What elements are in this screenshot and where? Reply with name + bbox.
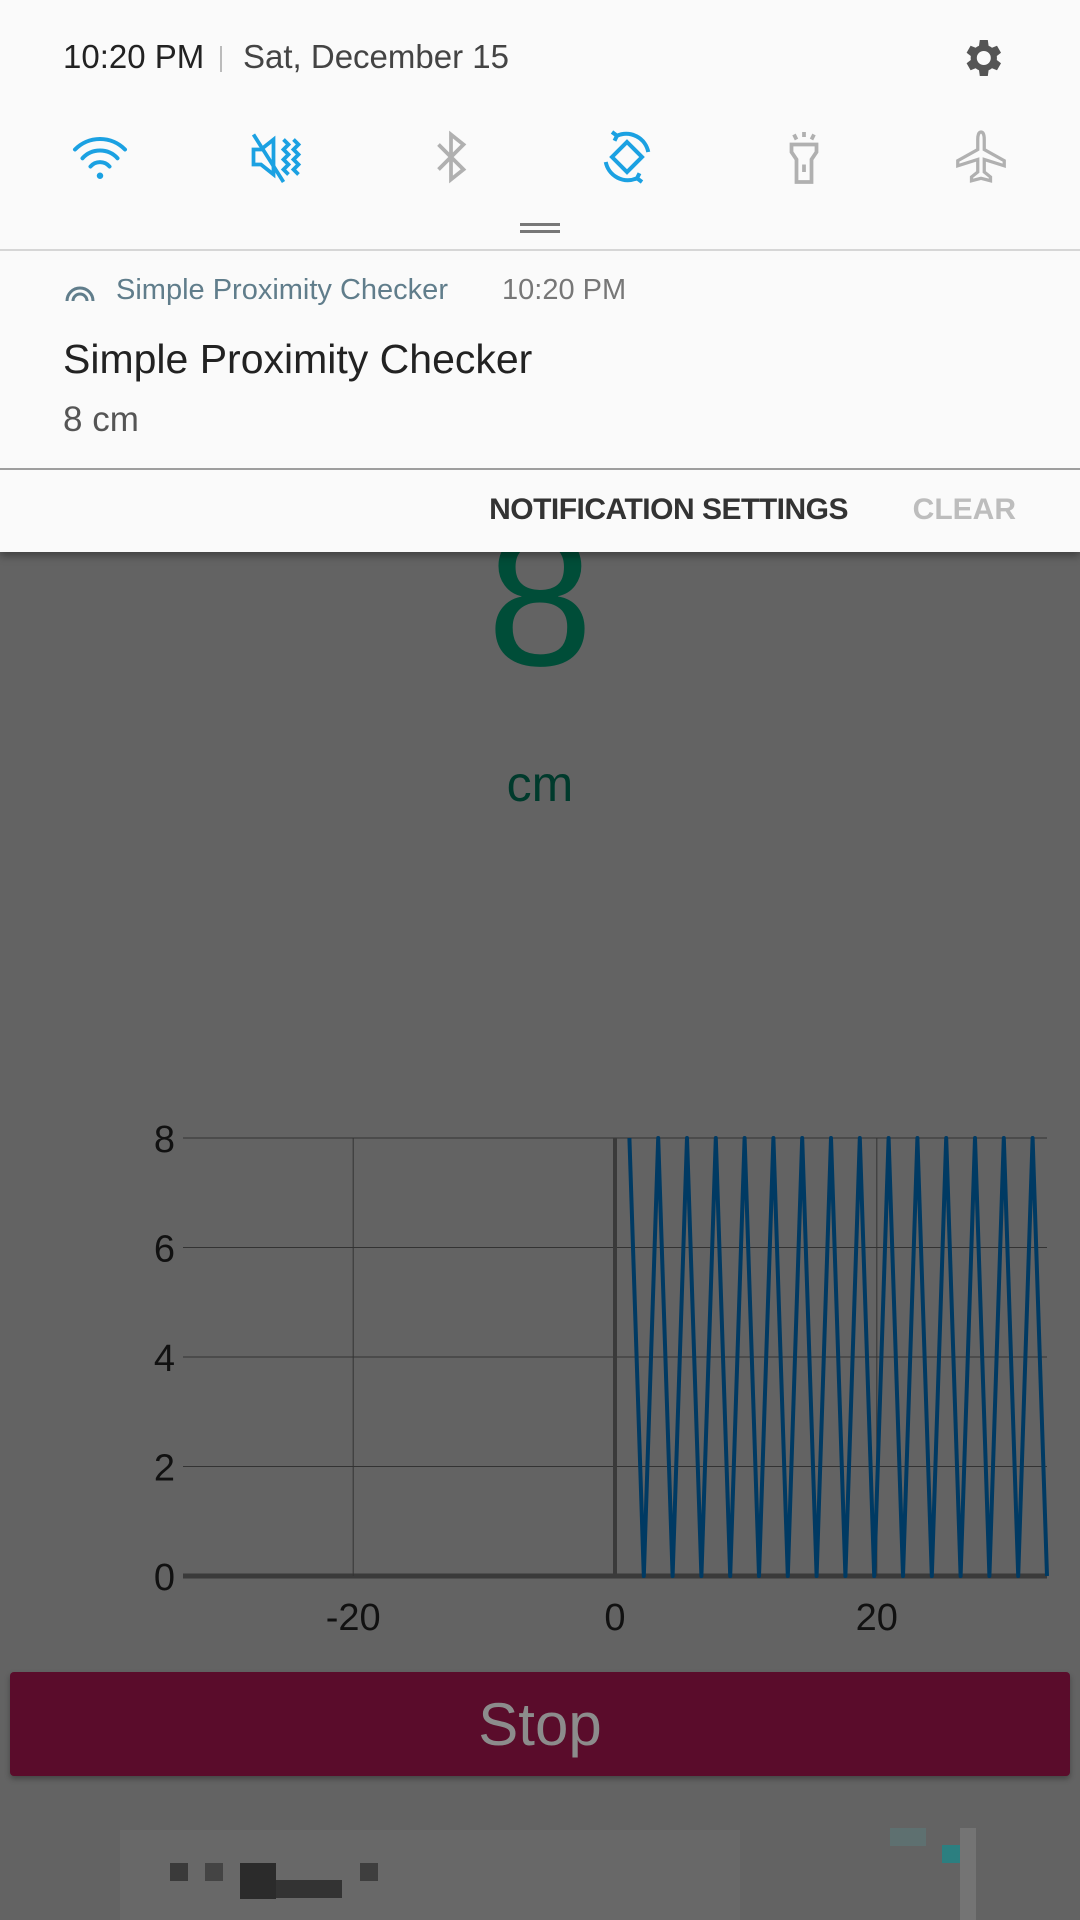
status-date[interactable]: Sat, December 15	[243, 38, 509, 76]
notification-body: 8 cm	[63, 400, 139, 439]
y-tick-label: 6	[154, 1229, 175, 1271]
y-tick-label: 4	[154, 1338, 175, 1380]
gear-icon[interactable]	[958, 34, 1006, 82]
proximity-chart: 0 2 4 6 8 -20 0 20	[154, 1119, 1049, 1639]
airplane-mode-icon[interactable]	[951, 127, 1011, 187]
wifi-icon[interactable]	[70, 127, 130, 187]
reading-unit: cm	[506, 756, 574, 812]
x-tick-label: -20	[326, 1597, 381, 1639]
x-tick-label: 0	[604, 1597, 625, 1639]
proximity-app-icon	[65, 286, 95, 302]
ad-banner[interactable]	[0, 1800, 1080, 1920]
divider	[220, 46, 222, 72]
y-tick-label: 2	[154, 1448, 175, 1490]
notification-time: 10:20 PM	[502, 274, 627, 306]
x-tick-label: 20	[856, 1597, 898, 1639]
y-tick-label: 0	[154, 1557, 175, 1599]
y-tick-label: 8	[154, 1119, 175, 1161]
status-time: 10:20 PM	[63, 38, 205, 75]
bluetooth-icon[interactable]	[421, 127, 481, 187]
notification-title: Simple Proximity Checker	[63, 336, 533, 382]
notification-app-name: Simple Proximity Checker	[116, 274, 448, 306]
sound-mute-vibrate-icon[interactable]	[246, 127, 306, 187]
drag-handle[interactable]	[520, 223, 560, 233]
auto-rotate-icon[interactable]	[597, 127, 657, 187]
notification-shade: 10:20 PM Sat, December 15 Simple Proximi…	[0, 0, 1080, 552]
flashlight-icon[interactable]	[774, 127, 834, 187]
divider	[0, 468, 1080, 470]
notification-settings-button[interactable]: NOTIFICATION SETTINGS	[489, 493, 848, 527]
notification-card[interactable]: Simple Proximity Checker 10:20 PM Simple…	[0, 251, 1080, 469]
stop-button[interactable]: Stop	[10, 1672, 1070, 1776]
clear-button[interactable]: CLEAR	[913, 493, 1016, 527]
